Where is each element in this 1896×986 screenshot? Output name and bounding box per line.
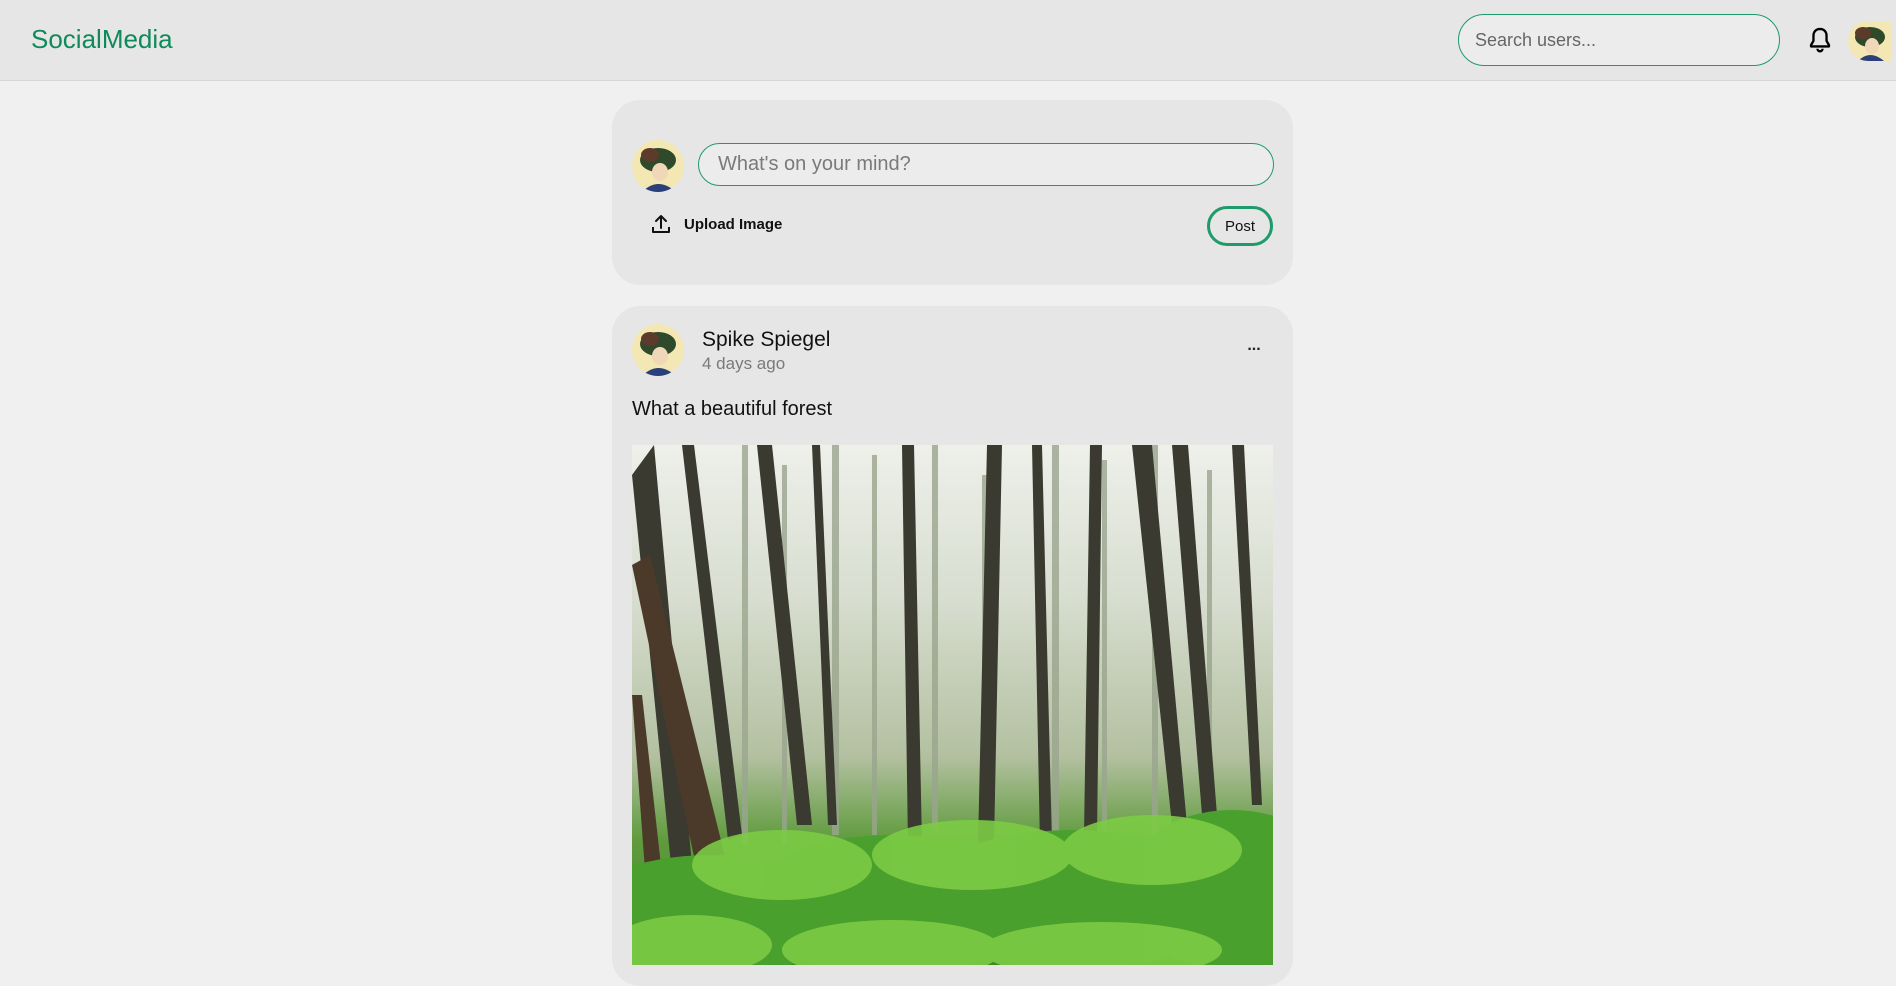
post-caption: What a beautiful forest — [632, 398, 833, 420]
composer-avatar — [632, 140, 684, 192]
upload-icon — [652, 215, 670, 233]
post-timestamp: 4 days ago — [702, 354, 786, 373]
upload-image-label: Upload Image — [684, 215, 783, 233]
top-navbar: SocialMedia — [0, 0, 1896, 81]
post-button[interactable]: Post — [1207, 206, 1273, 246]
create-post-card: Upload Image Post — [612, 100, 1293, 285]
post-image — [632, 445, 1273, 965]
author-avatar[interactable] — [632, 324, 684, 376]
user-avatar[interactable] — [1848, 21, 1892, 61]
more-icon[interactable]: ... — [1242, 338, 1266, 362]
post-card: Spike Spiegel 4 days ago ... What a beau… — [612, 306, 1293, 986]
post-author-name[interactable]: Spike Spiegel — [702, 328, 830, 352]
search-users-input[interactable] — [1458, 14, 1780, 66]
upload-image-button[interactable]: Upload Image — [650, 213, 782, 235]
brand-logo[interactable]: SocialMedia — [31, 24, 173, 55]
bell-icon[interactable] — [1806, 24, 1834, 56]
post-text-input[interactable] — [698, 143, 1274, 186]
